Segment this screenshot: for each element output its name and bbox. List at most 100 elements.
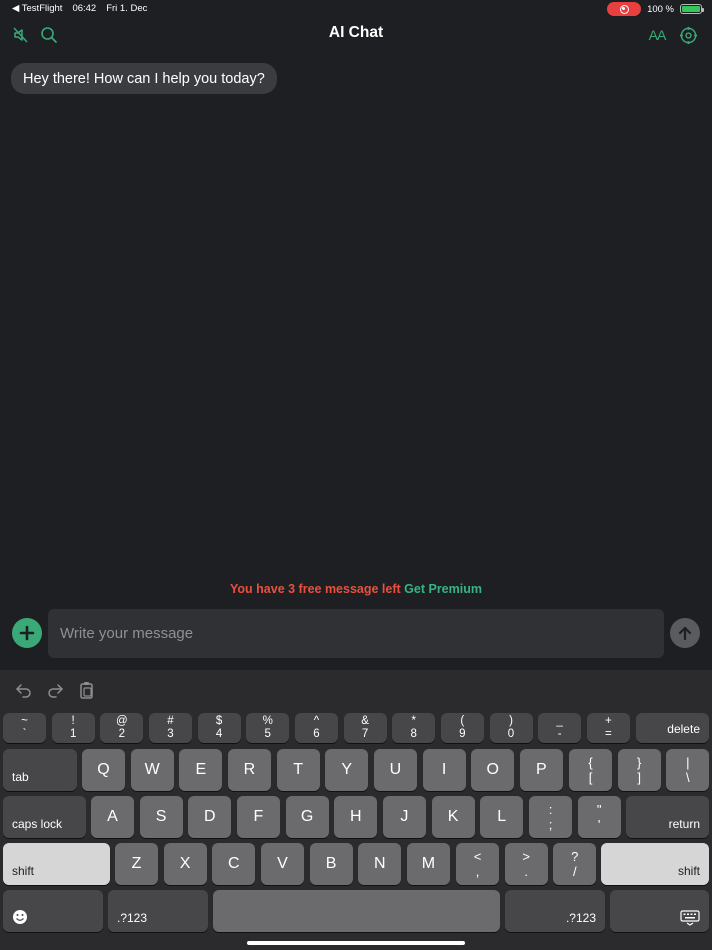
key-sym-1[interactable]: ! 1 (51, 713, 95, 743)
send-button[interactable] (670, 618, 700, 648)
key-label: A (107, 808, 118, 825)
key-sym-r2-2[interactable]: | \ (666, 749, 710, 791)
key-label: T (293, 761, 303, 778)
key-r[interactable]: R (227, 749, 271, 791)
key-sym-r3-0[interactable]: :; (529, 796, 572, 838)
key-q[interactable]: Q (82, 749, 125, 791)
message-text: Hey there! How can I help you today? (23, 70, 265, 87)
key-sym-r4-1[interactable]: >. (504, 843, 548, 885)
key-sym-12[interactable]: + = (586, 713, 630, 743)
key-x[interactable]: X (163, 843, 207, 885)
key-sym-2[interactable]: @2 (100, 713, 144, 743)
key-bottom-symbol: . (524, 864, 528, 879)
key-top-symbol: ? (571, 849, 579, 864)
key-label: D (204, 808, 216, 825)
key-label: V (277, 855, 288, 872)
numbers-right-key[interactable]: .?123 (505, 890, 605, 932)
key-b[interactable]: B (309, 843, 353, 885)
key-label: | \ (686, 755, 690, 785)
key-label: ~ ` (21, 715, 28, 741)
shift-right-key[interactable]: shift (601, 843, 709, 885)
key-label: X (179, 855, 191, 872)
back-to-app-link[interactable]: ◀ TestFlight (12, 3, 62, 14)
undo-icon (16, 684, 31, 698)
keyboard-dismiss-icon (680, 910, 700, 926)
key-n[interactable]: N (358, 843, 402, 885)
key-m[interactable]: M (406, 843, 450, 885)
key-c[interactable]: C (212, 843, 256, 885)
numbers-left-key[interactable]: .?123 (108, 890, 208, 932)
key-t[interactable]: T (276, 749, 320, 791)
message-input[interactable] (48, 609, 664, 658)
key-label: J (400, 808, 409, 825)
key-sym-11[interactable]: _ - (538, 713, 582, 743)
key-bottom-symbol: 9 (459, 728, 466, 740)
key-sym-0[interactable]: ~ ` (3, 713, 46, 743)
key-p[interactable]: P (519, 749, 563, 791)
space-key[interactable] (213, 890, 500, 932)
key-label: C (228, 855, 240, 872)
settings-button[interactable] (677, 24, 699, 46)
key-y[interactable]: Y (325, 749, 369, 791)
key-l[interactable]: L (480, 796, 524, 838)
key-f[interactable]: F (236, 796, 280, 838)
clipboard-icon (80, 682, 93, 699)
key-a[interactable]: A (91, 796, 134, 838)
key-sym-r2-1[interactable]: }] (617, 749, 661, 791)
emoji-key[interactable] (3, 890, 103, 932)
text-size-button[interactable]: AA (645, 24, 669, 46)
key-sym-4[interactable]: $4 (197, 713, 241, 743)
key-sym-7[interactable]: & 7 (343, 713, 387, 743)
key-sym-r4-0[interactable]: <, (456, 843, 499, 885)
key-s[interactable]: S (139, 796, 183, 838)
return-key[interactable]: return (626, 796, 709, 838)
home-indicator[interactable] (247, 941, 465, 945)
hide-keyboard-key[interactable] (610, 890, 709, 932)
key-i[interactable]: I (422, 749, 466, 791)
text-size-icon: AA (648, 27, 667, 43)
key-bottom-symbol: / (572, 864, 577, 879)
paste-button[interactable] (77, 680, 97, 700)
key-sym-r2-0[interactable]: {[ (569, 749, 612, 791)
key-label: N (373, 855, 386, 872)
key-sym-3[interactable]: #3 (148, 713, 192, 743)
key-v[interactable]: V (260, 843, 304, 885)
screen-recording-indicator[interactable] (607, 2, 642, 16)
add-attachment-button[interactable] (12, 618, 42, 648)
key-h[interactable]: H (334, 796, 378, 838)
key-g[interactable]: G (285, 796, 329, 838)
tab-key[interactable]: tab (3, 749, 77, 791)
key-label: Z (131, 855, 142, 872)
key-k[interactable]: K (431, 796, 475, 838)
key-label: H (349, 808, 362, 825)
key-label: <, (474, 849, 482, 879)
key-sym-10[interactable]: ) 0 (489, 713, 533, 743)
battery-icon (680, 4, 704, 14)
key-sym-6[interactable]: ^ 6 (294, 713, 338, 743)
key-sym-r4-2[interactable]: ? / (553, 843, 597, 885)
get-premium-link[interactable]: Get Premium (404, 582, 482, 596)
caps-lock-key[interactable]: caps lock (3, 796, 86, 838)
key-top-symbol: | (686, 755, 690, 770)
redo-button[interactable] (45, 680, 65, 700)
page-title: AI Chat (328, 24, 384, 41)
key-sym-9[interactable]: (9 (440, 713, 484, 743)
shift-left-key[interactable]: shift (3, 843, 110, 885)
delete-key[interactable]: delete (636, 713, 709, 743)
key-u[interactable]: U (373, 749, 417, 791)
key-top-symbol: ( (460, 715, 465, 727)
key-label: M (421, 855, 436, 872)
key-sym-8[interactable]: * 8 (392, 713, 436, 743)
key-sym-r3-1[interactable]: " ' (577, 796, 621, 838)
key-sym-5[interactable]: % 5 (246, 713, 290, 743)
key-label: W (144, 761, 160, 778)
app-window: ◀ TestFlight 06:42 Fri 1. Dec 100 % AI C… (0, 0, 712, 950)
undo-button[interactable] (14, 680, 34, 700)
key-label: S (155, 808, 167, 825)
key-z[interactable]: Z (115, 843, 158, 885)
key-o[interactable]: O (471, 749, 515, 791)
key-e[interactable]: E (179, 749, 223, 791)
key-w[interactable]: W (130, 749, 174, 791)
key-d[interactable]: D (188, 796, 232, 838)
key-j[interactable]: J (382, 796, 426, 838)
